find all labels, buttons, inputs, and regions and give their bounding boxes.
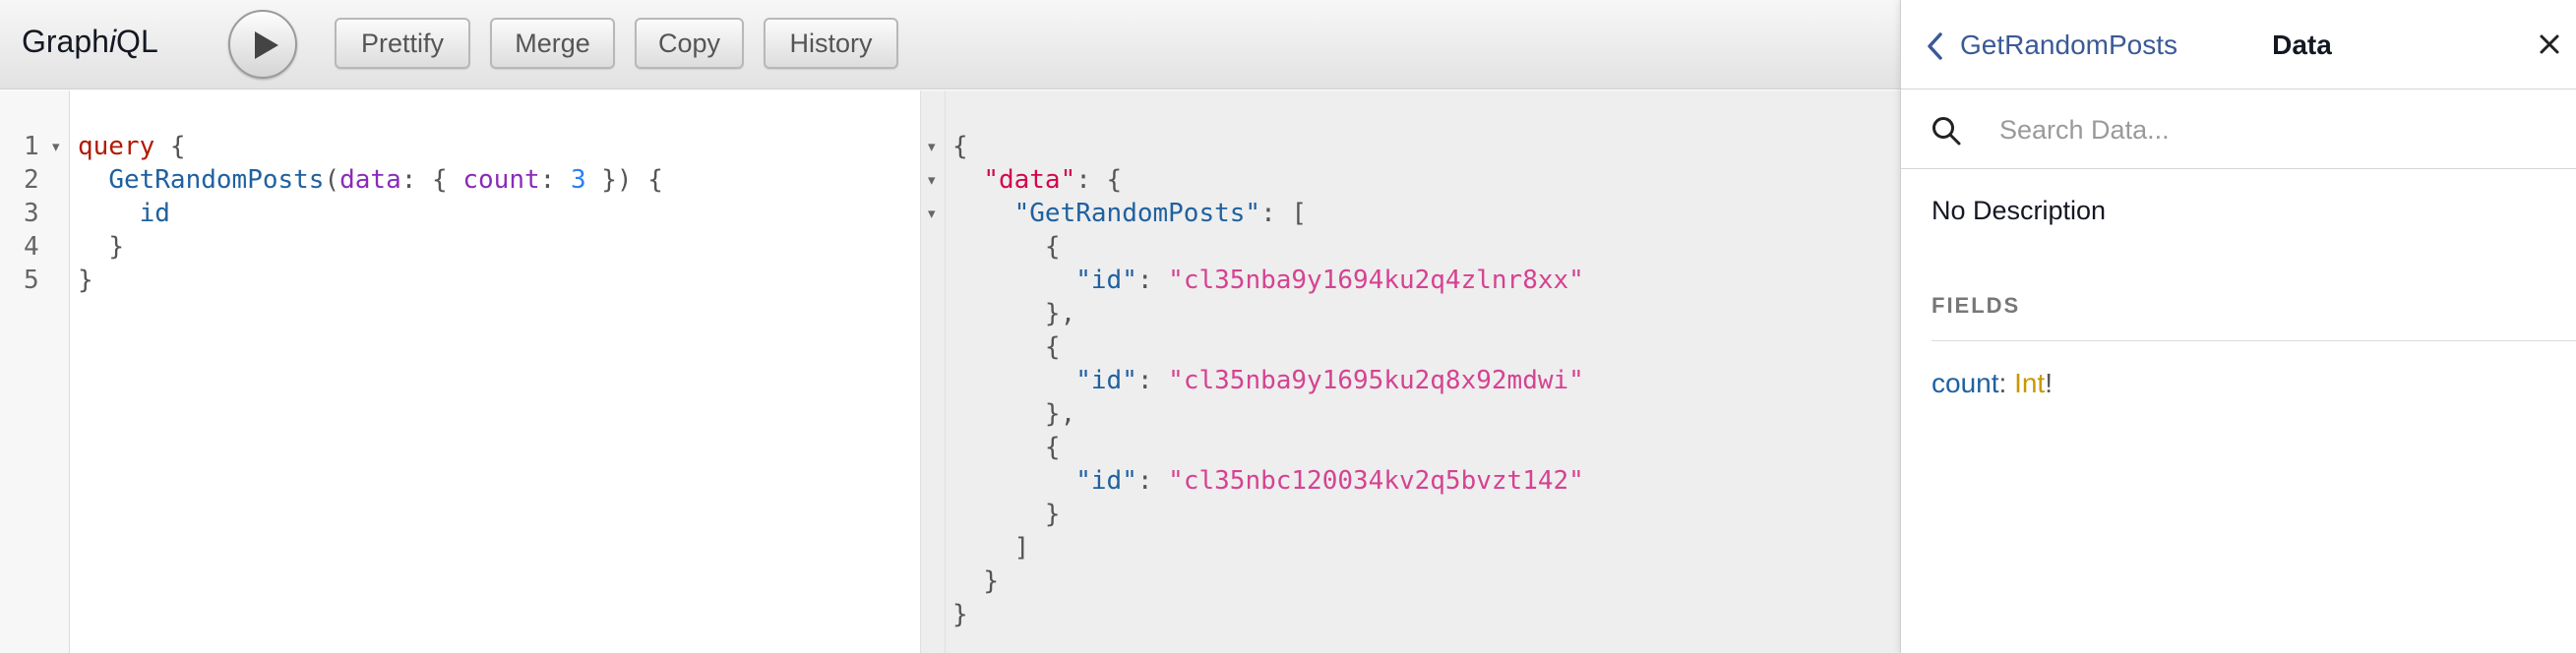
line-number: 2: [24, 165, 39, 195]
result-line: ]: [952, 531, 1030, 564]
query-keyword: query: [78, 132, 155, 161]
result-line: }: [952, 598, 968, 631]
query-field: GetRandomPosts: [108, 165, 325, 195]
close-icon[interactable]: [2539, 33, 2560, 55]
docs-back-link[interactable]: GetRandomPosts: [1960, 30, 2177, 61]
history-button[interactable]: History: [764, 18, 898, 69]
json-key: "id": [1075, 266, 1137, 295]
punctuation: {: [1044, 232, 1061, 262]
punctuation: {: [952, 132, 968, 161]
json-key: "GetRandomPosts": [1013, 199, 1261, 228]
result-line: "id": "cl35nba9y1695ku2q8x92mdwi": [952, 364, 1584, 397]
punctuation: ]: [1013, 533, 1030, 563]
fields-section-header: FIELDS: [1932, 293, 2021, 318]
result-line: {: [952, 431, 1061, 464]
json-key: "id": [1075, 466, 1137, 496]
json-string-value: "cl35nba9y1695ku2q8x92mdwi": [1168, 366, 1584, 395]
toolbar: GraphiQL Prettify Merge Copy History: [0, 0, 1900, 89]
punctuation: : [: [1260, 199, 1308, 228]
result-line: }: [952, 498, 1061, 531]
json-key: "id": [1075, 366, 1137, 395]
result-line: {: [952, 130, 968, 163]
result-line: {: [952, 330, 1061, 364]
json-key: "data": [983, 165, 1076, 195]
query-number: 3: [570, 165, 586, 195]
punctuation: :: [1136, 366, 1169, 395]
docs-title: Data: [2272, 30, 2332, 60]
docs-search-bar: [1901, 90, 2576, 169]
punctuation: : {: [400, 165, 463, 195]
fold-toggle-icon[interactable]: ▾: [928, 205, 936, 222]
punctuation: {: [1044, 433, 1061, 462]
chevron-left-icon[interactable]: [1926, 32, 1943, 60]
logo-text-i: i: [108, 24, 117, 59]
line-number: 4: [24, 232, 39, 262]
query-line: }: [78, 264, 93, 297]
field-type-link[interactable]: Int: [2014, 368, 2045, 398]
punctuation: }: [1044, 500, 1061, 529]
punctuation: }) {: [585, 165, 663, 195]
punctuation: (: [324, 165, 340, 195]
copy-button[interactable]: Copy: [635, 18, 744, 69]
punctuation: : {: [1075, 165, 1123, 195]
json-string-value: "cl35nbc120034kv2q5bvzt142": [1168, 466, 1584, 496]
docs-search-input[interactable]: [1999, 108, 2550, 151]
query-argument: data: [339, 165, 401, 195]
logo-text-graph: Graph: [22, 24, 109, 59]
punctuation: {: [1044, 332, 1061, 362]
docs-header: GetRandomPosts Data: [1901, 0, 2576, 89]
result-line: }: [952, 564, 999, 598]
punctuation: }: [108, 232, 124, 262]
result-line: },: [952, 397, 1075, 431]
query-argument: count: [462, 165, 540, 195]
field-name-link[interactable]: count: [1932, 368, 1999, 398]
line-number: 5: [24, 266, 39, 295]
query-line: query {: [78, 130, 186, 163]
fold-toggle-icon[interactable]: ▾: [52, 138, 60, 155]
non-null-marker: !: [2045, 368, 2053, 398]
graphiql-logo: GraphiQL: [22, 24, 158, 60]
fold-toggle-icon[interactable]: ▾: [928, 138, 936, 155]
prettify-button[interactable]: Prettify: [335, 18, 470, 69]
punctuation: }: [952, 600, 968, 629]
json-string-value: "cl35nba9y1694ku2q4zlnr8xx": [1168, 266, 1584, 295]
punctuation: },: [1044, 299, 1076, 328]
punctuation: }: [983, 566, 999, 596]
result-line: "id": "cl35nba9y1694ku2q4zlnr8xx": [952, 264, 1584, 297]
play-icon: [255, 31, 278, 59]
punctuation: },: [1044, 399, 1076, 429]
result-line: {: [952, 230, 1061, 264]
punctuation: :: [539, 165, 571, 195]
punctuation: }: [78, 266, 93, 295]
query-line: }: [78, 230, 124, 264]
punctuation: :: [1136, 266, 1169, 295]
search-icon: [1932, 117, 1961, 146]
logo-text-ql: QL: [116, 24, 158, 59]
type-description: No Description: [1932, 196, 2107, 225]
result-line: "id": "cl35nbc120034kv2q5bvzt142": [952, 464, 1584, 498]
result-line: },: [952, 297, 1075, 330]
query-line: GetRandomPosts(data: { count: 3 }) {: [78, 163, 663, 197]
punctuation: :: [1136, 466, 1169, 496]
result-line: "GetRandomPosts": [: [952, 197, 1307, 230]
punctuation: {: [154, 132, 186, 161]
field-colon: :: [1998, 368, 2015, 398]
query-editor[interactable]: 1 2 3 4 5 ▾ query { GetRandomPosts(data:…: [0, 90, 920, 653]
line-number: 3: [24, 199, 39, 228]
section-divider: [1932, 340, 2576, 341]
execute-query-button[interactable]: [228, 10, 297, 79]
result-viewer: ▾ ▾ ▾ { "data": { "GetRandomPosts": [ { …: [928, 90, 1900, 653]
documentation-explorer: GetRandomPosts Data No Description FIELD…: [1900, 0, 2576, 653]
query-field: id: [139, 199, 170, 228]
fold-toggle-icon[interactable]: ▾: [928, 171, 936, 189]
line-number: 1: [24, 132, 39, 161]
line-number-gutter: 1 2 3 4 5 ▾: [0, 90, 70, 653]
result-line: "data": {: [952, 163, 1122, 197]
merge-button[interactable]: Merge: [490, 18, 615, 69]
query-line: id: [78, 197, 170, 230]
field-item: count: Int!: [1932, 368, 2053, 399]
